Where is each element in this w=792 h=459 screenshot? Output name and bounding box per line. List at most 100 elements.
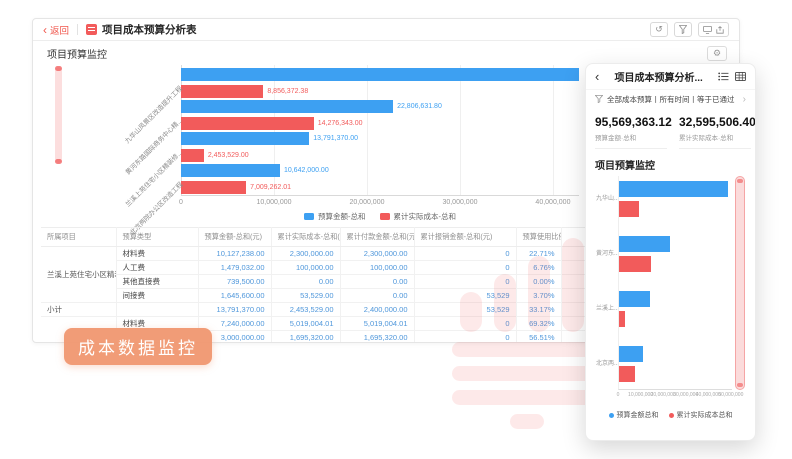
- chart-datazoom-slider[interactable]: [55, 67, 62, 163]
- value-cell: 1,479,032.00: [198, 261, 271, 275]
- value-cell: 10,127,238.00: [198, 247, 271, 261]
- category-label: 九华山风景区改造提升工程: [122, 83, 184, 145]
- mobile-filter-bar[interactable]: 全部成本预算丨所有时间丨等于已通过 ›: [586, 90, 755, 108]
- legend-entry[interactable]: 累计实际成本-总和: [380, 211, 457, 222]
- bar-value-label: 14,276,343.00: [318, 117, 363, 130]
- value-cell: 2,453,529.00: [271, 303, 340, 317]
- bar-value-label: 8,856,372.38: [267, 85, 308, 98]
- column-header: 累计付款金额-总和(元): [340, 228, 414, 247]
- mobile-chart-scrollbar[interactable]: [735, 176, 745, 390]
- datazoom-top-handle[interactable]: [55, 66, 62, 71]
- list-view-button[interactable]: [718, 72, 729, 81]
- preview-icon: [703, 26, 712, 34]
- bar-value-label: 10,642,000.00: [284, 164, 329, 177]
- bar-actual: [181, 149, 204, 162]
- x-tick-label: 30,000,000: [673, 392, 698, 398]
- mobile-title: 项目成本预算分析...: [605, 69, 712, 84]
- preview-share-buttons[interactable]: [698, 22, 729, 37]
- bar-value-label: 13,791,370.00: [313, 132, 358, 145]
- budget-type-cell: 间接费: [116, 289, 198, 303]
- window-header: ‹ 返回 项目成本预算分析表 ↺: [33, 19, 739, 41]
- value-cell: 0: [414, 275, 516, 289]
- value-cell: 0: [414, 331, 516, 343]
- gear-icon: ⚙: [713, 49, 721, 59]
- stat-actual-total: 32,595,506.40 累计实际成本·总和: [679, 115, 751, 149]
- bar-budget: [619, 291, 650, 307]
- project-cell: 小计: [41, 303, 116, 317]
- value-cell: 0: [414, 247, 516, 261]
- column-header: 累计报销金额-总和(元): [414, 228, 516, 247]
- category-label: 兰溪上...: [596, 303, 618, 312]
- back-button[interactable]: ‹ 返回: [43, 23, 69, 37]
- summary-stats: 95,569,363.12 预算金额·总和 32,595,506.40 累计实际…: [586, 108, 755, 149]
- chart-x-axis: 010,000,00020,000,00030,000,00040,000,00…: [181, 199, 579, 209]
- refresh-button[interactable]: ↺: [650, 22, 668, 37]
- bar-actual: [619, 256, 651, 272]
- legend-label: 累计实际成本总和: [677, 410, 733, 420]
- category-label: 黄河东路国际商务中心精...: [123, 115, 184, 176]
- legend-entry[interactable]: 预算金额-总和: [304, 211, 366, 222]
- value-cell: 1,695,320.00: [271, 331, 340, 343]
- value-cell: 0: [414, 317, 516, 331]
- bar-budget: [619, 236, 670, 252]
- mobile-chart-legend: 预算金额总和 累计实际成本总和: [586, 410, 755, 420]
- mobile-plot-area: [618, 176, 732, 390]
- bar-actual: [619, 366, 635, 382]
- column-header: 预算金额-总和(元): [198, 228, 271, 247]
- header-toolbar: ↺: [650, 22, 729, 37]
- gridline: [367, 65, 368, 195]
- bar-value-label: 22,806,631.80: [397, 100, 442, 113]
- value-cell: 56.51%: [516, 331, 561, 343]
- value-cell: 5,019,004.01: [340, 317, 414, 331]
- datazoom-bottom-handle[interactable]: [55, 159, 62, 164]
- section-title: 项目预算监控: [47, 46, 107, 61]
- page-title: 项目成本预算分析表: [102, 22, 197, 37]
- table-grid-icon: [735, 72, 746, 81]
- back-label: 返回: [50, 23, 69, 37]
- mobile-bar-chart: 九华山...黄河东...兰溪上...北京两... 010,000,00020,0…: [596, 176, 745, 404]
- value-cell: 1,645,600.00: [198, 289, 271, 303]
- budget-type-cell: 材料费: [116, 247, 198, 261]
- legend-label: 预算金额总和: [617, 410, 659, 420]
- x-tick-label: 50,000,000: [718, 392, 743, 398]
- header-divider: [77, 24, 78, 35]
- gridline: [553, 65, 554, 195]
- value-cell: 0.00: [271, 275, 340, 289]
- funnel-icon: [679, 25, 687, 34]
- funnel-outline-icon: [595, 95, 603, 103]
- mobile-header: ‹ 项目成本预算分析...: [586, 64, 755, 90]
- table-view-button[interactable]: [735, 72, 746, 81]
- value-cell: 13,791,370.00: [198, 303, 271, 317]
- bar-budget: [181, 68, 579, 81]
- refresh-icon: ↺: [655, 24, 663, 35]
- value-cell: 2,300,000.00: [340, 247, 414, 261]
- stat-label: 累计实际成本·总和: [679, 132, 751, 142]
- value-cell: 2,400,000.00: [340, 303, 414, 317]
- mobile-back-button[interactable]: ‹: [595, 69, 599, 84]
- bar-actual: [181, 181, 246, 194]
- value-cell: 0.00%: [516, 275, 561, 289]
- value-cell: 739,500.00: [198, 275, 271, 289]
- scrollbar-bottom-grip[interactable]: [737, 383, 743, 387]
- x-tick-label: 0: [179, 199, 183, 206]
- project-cell: 兰溪上苑住宅小区精装修第...: [41, 247, 116, 303]
- legend-label: 累计实际成本-总和: [394, 211, 457, 222]
- column-header: 预算类型: [116, 228, 198, 247]
- x-tick-label: 20,000,000: [349, 199, 384, 206]
- bar-actual: [619, 311, 625, 327]
- filter-button[interactable]: [674, 22, 692, 37]
- value-cell: 53,529.00: [271, 289, 340, 303]
- chart-settings-button[interactable]: ⚙: [707, 46, 727, 61]
- scrollbar-top-grip[interactable]: [737, 179, 743, 183]
- mobile-section-title: 项目预算监控: [586, 149, 755, 174]
- legend-dot: [669, 413, 674, 418]
- bar-actual: [619, 201, 639, 217]
- legend-entry[interactable]: 预算金额总和: [609, 410, 659, 420]
- share-icon: [716, 26, 724, 34]
- mobile-x-axis: 010,000,00020,000,00030,000,00040,000,00…: [618, 392, 732, 400]
- budget-type-cell: 人工费: [116, 261, 198, 275]
- value-cell: 2,300,000.00: [271, 247, 340, 261]
- x-tick-label: 10,000,000: [256, 199, 291, 206]
- report-doc-icon: [86, 24, 97, 35]
- legend-entry[interactable]: 累计实际成本总和: [669, 410, 733, 420]
